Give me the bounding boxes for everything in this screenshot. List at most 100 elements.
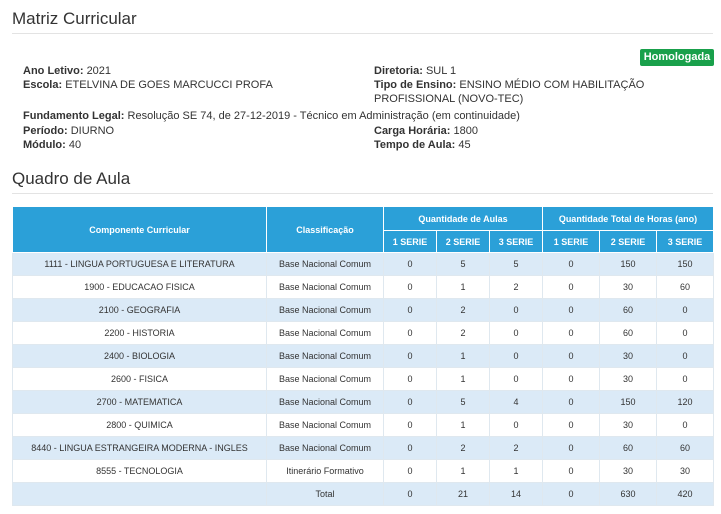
header-aulas-serie-1[interactable]: 1 SERIE (383, 230, 437, 253)
cell-aulas-2: 1 (436, 413, 490, 437)
diretoria-label: Diretoria: (374, 65, 423, 77)
cell-horas-3: 60 (656, 275, 714, 299)
cell-aulas-1: 0 (383, 344, 437, 368)
cell-aulas-1: 0 (383, 459, 437, 483)
cell-horas-3: 0 (656, 321, 714, 345)
cell-horas-2: 60 (599, 436, 657, 460)
cell-componente: 1111 - LINGUA PORTUGUESA E LITERATURA (12, 252, 267, 276)
cell-componente: 2400 - BIOLOGIA (12, 344, 267, 368)
header-horas-serie-3[interactable]: 3 SERIE (656, 230, 714, 253)
header-horas-serie-1[interactable]: 1 SERIE (542, 230, 600, 253)
carga-value: 1800 (453, 125, 478, 137)
periodo-label: Período: (23, 125, 68, 137)
header-quantidade-aulas: Quantidade de Aulas (383, 206, 543, 231)
tipo-ensino: Tipo de Ensino: ENSINO MÉDIO COM HABILIT… (374, 78, 644, 106)
tempo-de-aula: Tempo de Aula: 45 (374, 138, 471, 152)
diretoria: Diretoria: SUL 1 (374, 64, 456, 78)
table-row: 1900 - EDUCACAO FISICA Base Nacional Com… (12, 275, 714, 299)
modulo-value: 40 (68, 139, 82, 151)
cell-componente: 2200 - HISTORIA (12, 321, 267, 345)
cell-aulas-1: 0 (383, 367, 437, 391)
ano-letivo-value: 2021 (86, 65, 112, 77)
quadro-de-aula-table: Componente Curricular Classificação Quan… (12, 206, 714, 506)
periodo: Período: DIURNO (23, 124, 114, 138)
cell-horas-2: 150 (599, 252, 657, 276)
table-row: 2400 - BIOLOGIA Base Nacional Comum 0 1 … (12, 344, 714, 368)
cell-classificacao: Base Nacional Comum (266, 367, 384, 391)
modulo-label: Módulo: (23, 139, 66, 151)
header-aulas-serie-2[interactable]: 2 SERIE (436, 230, 490, 253)
carga-horaria: Carga Horária: 1800 (374, 124, 478, 138)
cell-horas-1: 0 (542, 344, 600, 368)
header-aulas-serie-3[interactable]: 3 SERIE (489, 230, 543, 253)
cell-aulas-1: 0 (383, 275, 437, 299)
cell-total-aulas-3: 14 (489, 482, 543, 506)
header-classificacao[interactable]: Classificação (266, 206, 384, 253)
escola-value: ETELVINA DE GOES MARCUCCI PROFA (65, 79, 273, 91)
cell-classificacao: Base Nacional Comum (266, 390, 384, 414)
cell-aulas-3: 0 (489, 321, 543, 345)
cell-componente: 2800 - QUIMICA (12, 413, 267, 437)
cell-aulas-3: 0 (489, 344, 543, 368)
cell-total-horas-3: 420 (656, 482, 714, 506)
cell-total-aulas-1: 0 (383, 482, 437, 506)
cell-horas-1: 0 (542, 367, 600, 391)
cell-horas-3: 0 (656, 298, 714, 322)
cell-componente: 2100 - GEOGRAFIA (12, 298, 267, 322)
cell-aulas-2: 1 (436, 367, 490, 391)
ano-letivo: Ano Letivo: 2021 (23, 64, 111, 78)
cell-horas-3: 0 (656, 367, 714, 391)
cell-horas-2: 30 (599, 344, 657, 368)
cell-horas-3: 0 (656, 344, 714, 368)
cell-aulas-3: 0 (489, 298, 543, 322)
cell-horas-2: 30 (599, 367, 657, 391)
table-row: 1111 - LINGUA PORTUGUESA E LITERATURA Ba… (12, 252, 714, 276)
cell-aulas-3: 0 (489, 367, 543, 391)
cell-componente: 8555 - TECNOLOGIA (12, 459, 267, 483)
cell-horas-3: 0 (656, 413, 714, 437)
cell-horas-2: 30 (599, 459, 657, 483)
cell-aulas-1: 0 (383, 436, 437, 460)
cell-horas-1: 0 (542, 413, 600, 437)
cell-horas-2: 60 (599, 298, 657, 322)
cell-classificacao: Base Nacional Comum (266, 436, 384, 460)
header-quantidade-horas: Quantidade Total de Horas (ano) (542, 206, 714, 231)
cell-horas-1: 0 (542, 298, 600, 322)
section-divider (12, 193, 713, 194)
cell-horas-1: 0 (542, 275, 600, 299)
header-horas-serie-2[interactable]: 2 SERIE (599, 230, 657, 253)
fundamento-label: Fundamento Legal: (23, 110, 125, 122)
cell-componente: 2700 - MATEMATICA (12, 390, 267, 414)
cell-horas-2: 150 (599, 390, 657, 414)
cell-classificacao: Itinerário Formativo (266, 459, 384, 483)
table-row: 2100 - GEOGRAFIA Base Nacional Comum 0 2… (12, 298, 714, 322)
cell-horas-1: 0 (542, 459, 600, 483)
cell-aulas-3: 1 (489, 459, 543, 483)
cell-classificacao: Base Nacional Comum (266, 252, 384, 276)
escola: Escola: ETELVINA DE GOES MARCUCCI PROFA (23, 78, 273, 92)
modulo: Módulo: 40 (23, 138, 81, 152)
diretoria-value: SUL 1 (425, 65, 457, 77)
cell-aulas-1: 0 (383, 321, 437, 345)
cell-total-empty (12, 482, 267, 506)
table-row: 2700 - MATEMATICA Base Nacional Comum 0 … (12, 390, 714, 414)
table-row: 2600 - FISICA Base Nacional Comum 0 1 0 … (12, 367, 714, 391)
tempo-value: 45 (458, 139, 471, 151)
cell-horas-3: 30 (656, 459, 714, 483)
cell-total-aulas-2: 21 (436, 482, 490, 506)
fundamento-value: Resolução SE 74, de 27-12-2019 - Técnico… (127, 110, 520, 122)
header-componente[interactable]: Componente Curricular (12, 206, 267, 253)
cell-aulas-2: 2 (436, 436, 490, 460)
carga-label: Carga Horária: (374, 125, 451, 137)
cell-total-horas-1: 0 (542, 482, 600, 506)
cell-aulas-3: 0 (489, 413, 543, 437)
cell-aulas-1: 0 (383, 413, 437, 437)
title-divider (12, 33, 713, 34)
cell-aulas-2: 2 (436, 321, 490, 345)
escola-label: Escola: (23, 79, 63, 91)
table-row: 8440 - LINGUA ESTRANGEIRA MODERNA - INGL… (12, 436, 714, 460)
fundamento-legal: Fundamento Legal: Resolução SE 74, de 27… (23, 109, 520, 123)
cell-aulas-2: 2 (436, 298, 490, 322)
periodo-value: DIURNO (70, 125, 115, 137)
cell-horas-1: 0 (542, 436, 600, 460)
